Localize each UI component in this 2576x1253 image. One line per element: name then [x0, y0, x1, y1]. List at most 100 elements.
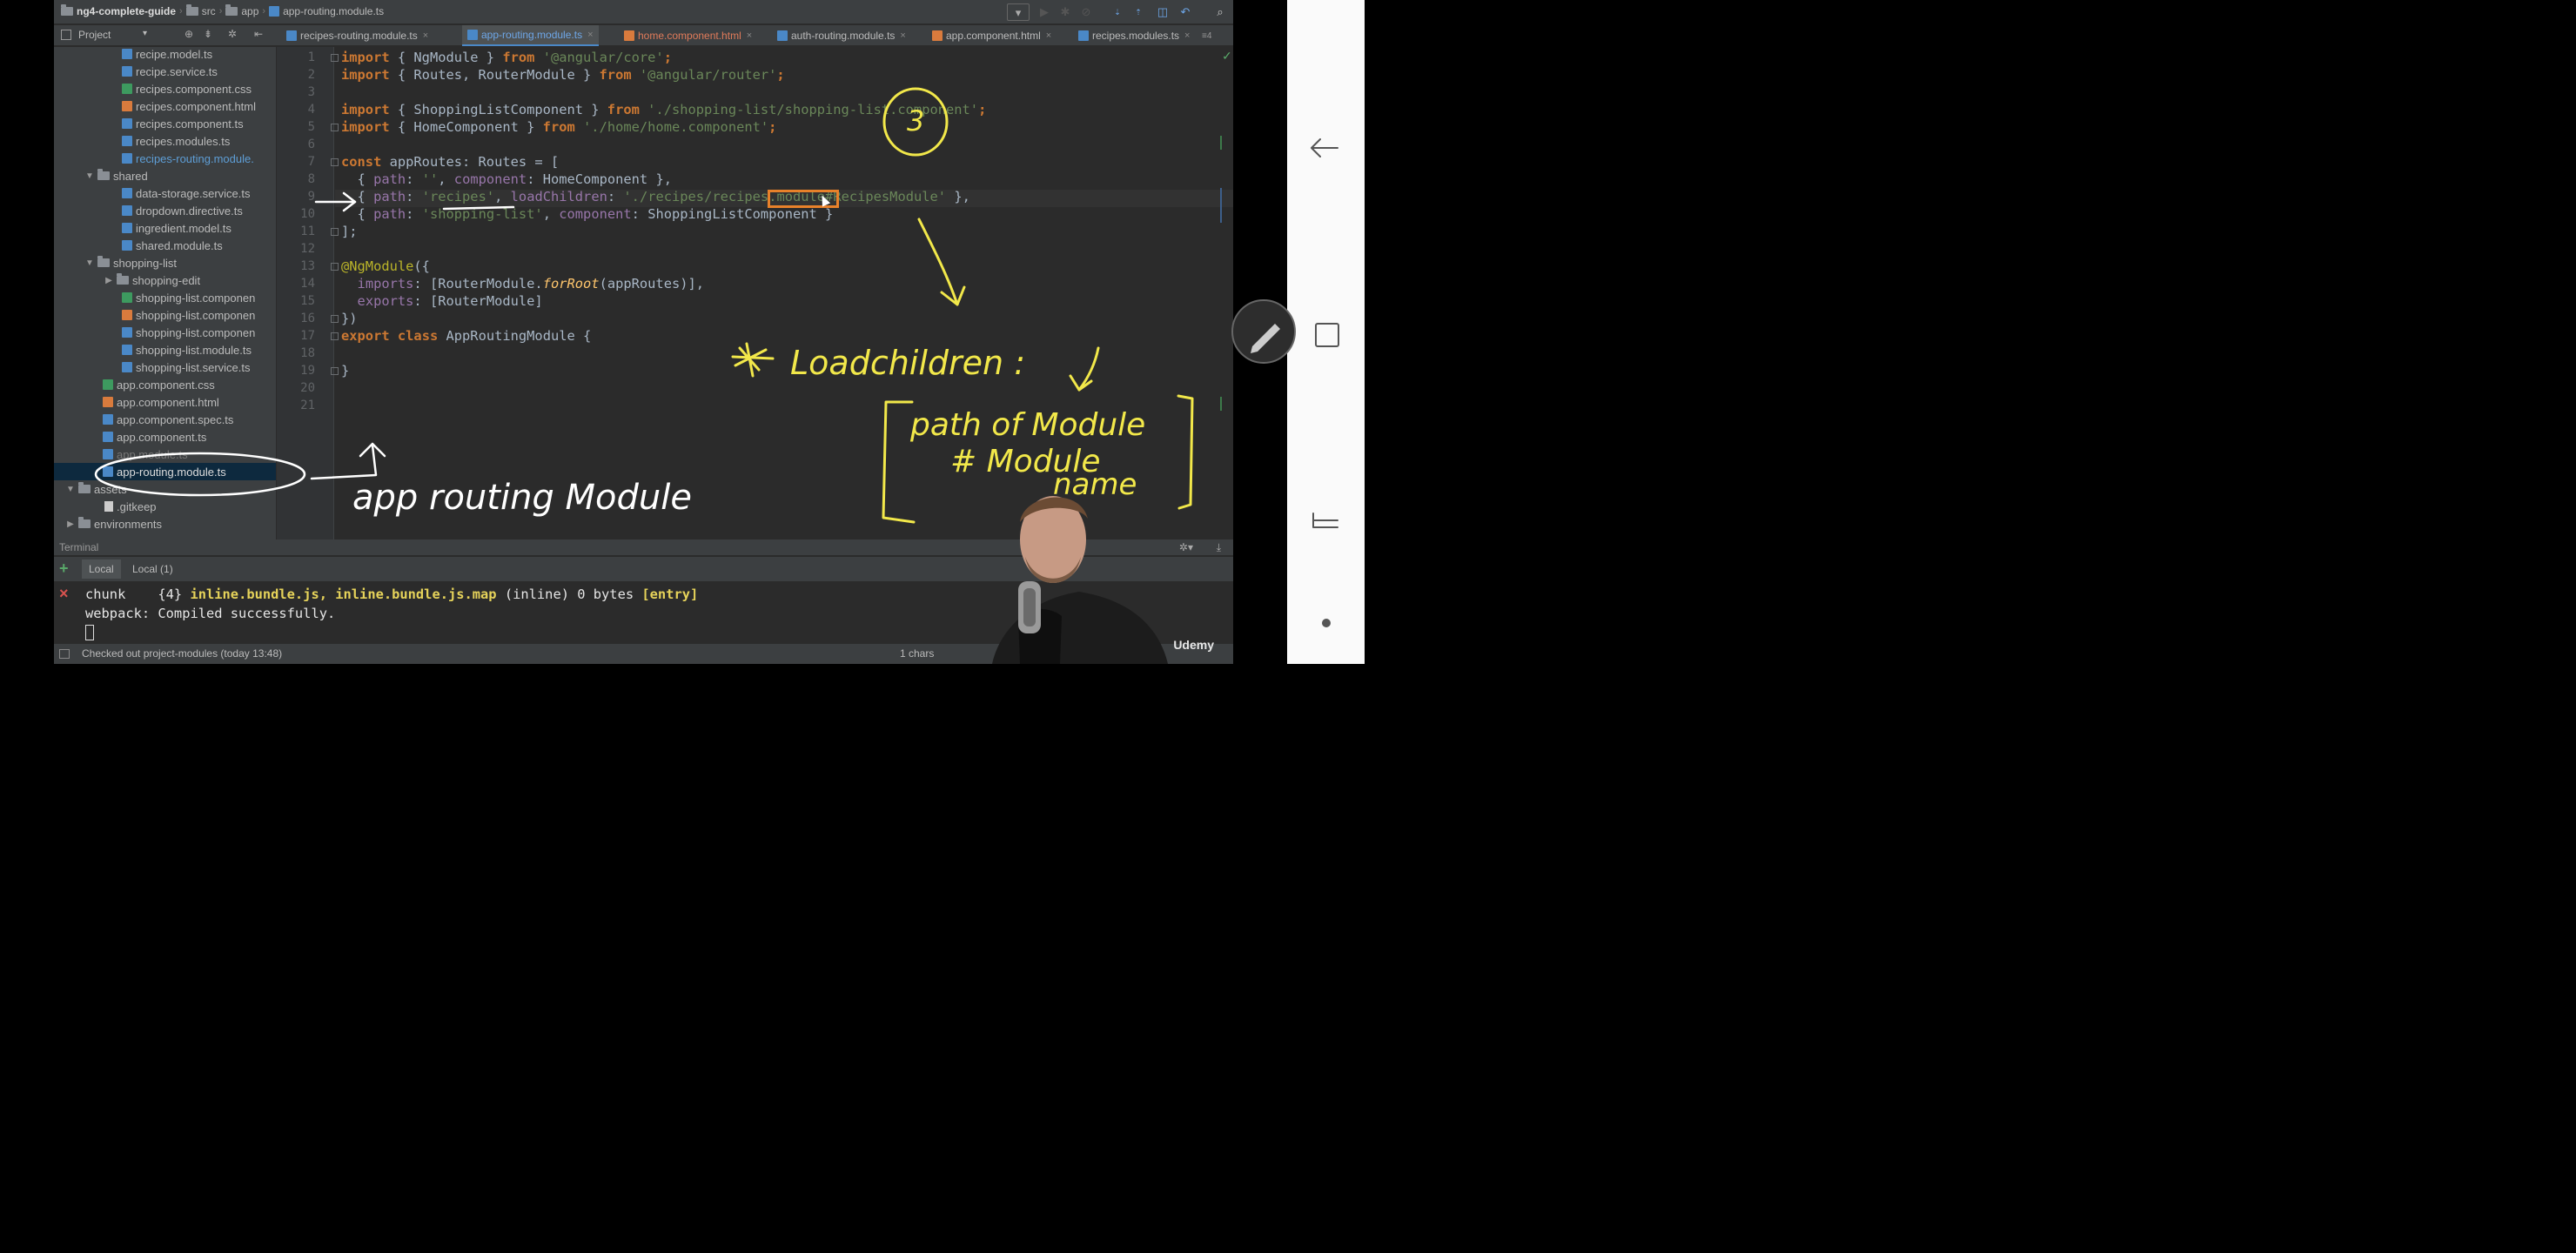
- line-number: 12: [300, 242, 315, 256]
- tree-file[interactable]: shopping-list.componen: [122, 324, 255, 341]
- close-icon[interactable]: ×: [423, 30, 428, 41]
- revert-icon[interactable]: ↶: [1177, 3, 1194, 21]
- chevron-right-icon[interactable]: ▶: [66, 519, 75, 529]
- tree-file[interactable]: recipes.modules.ts: [122, 132, 230, 150]
- close-icon[interactable]: ×: [59, 585, 69, 603]
- vcs-update-icon[interactable]: ⇣: [1109, 3, 1126, 21]
- code-editor[interactable]: 1 2 3 4 5 6 7 8 9 10 11 12 13 14 15 16 1…: [277, 47, 1233, 539]
- tree-label: shopping-list.service.ts: [136, 360, 251, 374]
- tree-file[interactable]: recipe.model.ts: [122, 47, 212, 63]
- tree-file-selected[interactable]: app-routing.module.ts: [54, 463, 276, 480]
- tree-label: recipes.component.css: [136, 82, 252, 96]
- gear-icon[interactable]: ✲: [228, 28, 237, 40]
- tree-folder[interactable]: ▼ assets: [66, 480, 127, 498]
- tab-auth-routing[interactable]: auth-routing.module.ts ×: [772, 25, 911, 46]
- breadcrumb-item-app[interactable]: app: [241, 5, 258, 17]
- plus-icon[interactable]: +: [59, 559, 69, 578]
- line-number: 8: [307, 172, 315, 186]
- fold-marker-icon[interactable]: [331, 228, 339, 236]
- terminal-tab-local[interactable]: Local: [82, 559, 121, 579]
- tree-file[interactable]: shopping-list.componen: [122, 289, 255, 306]
- tab-recipes-modules[interactable]: recipes.modules.ts ×: [1073, 25, 1195, 46]
- line-number: 14: [300, 277, 315, 291]
- panel-toggle-icon[interactable]: [59, 649, 70, 659]
- fold-marker-icon[interactable]: [331, 124, 339, 131]
- tree-file[interactable]: data-storage.service.ts: [122, 184, 251, 202]
- change-marker: [1220, 136, 1222, 150]
- chevron-down-icon[interactable]: ▼: [66, 485, 75, 494]
- folder-icon: [97, 256, 110, 267]
- project-view-label[interactable]: Project: [78, 29, 111, 41]
- tab-home-component-html[interactable]: home.component.html ×: [619, 25, 757, 46]
- fold-marker-icon[interactable]: [331, 158, 339, 166]
- tab-recipes-routing[interactable]: recipes-routing.module.ts ×: [281, 25, 433, 46]
- tab-app-routing[interactable]: app-routing.module.ts ×: [462, 25, 599, 46]
- line-number: 6: [307, 137, 315, 151]
- tree-folder[interactable]: ▶ environments: [66, 515, 162, 533]
- tree-file[interactable]: ingredient.model.ts: [122, 219, 231, 237]
- tree-file[interactable]: recipes-routing.module.: [122, 150, 254, 167]
- tree-folder[interactable]: ▼ shared: [85, 167, 148, 184]
- tree-folder[interactable]: ▶ shopping-edit: [104, 271, 200, 289]
- fold-marker-icon[interactable]: [331, 367, 339, 375]
- tree-file[interactable]: app.component.ts: [103, 428, 206, 446]
- tabs-overflow-button[interactable]: ≡4: [1200, 25, 1213, 46]
- chevron-right-icon[interactable]: ▶: [104, 276, 113, 285]
- run-config-dropdown-icon[interactable]: ▾: [1007, 3, 1030, 21]
- fold-marker-icon[interactable]: [331, 263, 339, 271]
- fold-marker-icon[interactable]: [331, 332, 339, 340]
- tree-file[interactable]: shopping-list.componen: [122, 306, 255, 324]
- breadcrumb-item-file[interactable]: app-routing.module.ts: [283, 5, 384, 17]
- collapse-all-icon[interactable]: ⇟: [204, 28, 212, 40]
- tree-file[interactable]: recipes.component.ts: [122, 115, 244, 132]
- breadcrumb-item-project[interactable]: ng4-complete-guide: [77, 5, 176, 17]
- project-view-icon: [61, 30, 71, 40]
- hide-panel-icon[interactable]: ⇤: [254, 28, 263, 40]
- tab-app-component-html[interactable]: app.component.html ×: [927, 25, 1057, 46]
- tree-file[interactable]: .gitkeep: [104, 498, 157, 515]
- fold-marker-icon[interactable]: [331, 54, 339, 62]
- vcs-history-icon[interactable]: ◫: [1154, 3, 1171, 21]
- tree-file[interactable]: app.component.css: [103, 376, 215, 393]
- close-icon[interactable]: ×: [747, 30, 752, 41]
- tree-file[interactable]: recipe.service.ts: [122, 63, 218, 80]
- tab-label: app.component.html: [946, 30, 1041, 42]
- line-number: 5: [307, 120, 315, 134]
- tree-file[interactable]: shopping-list.service.ts: [122, 358, 251, 376]
- chevron-down-icon[interactable]: ▼: [85, 171, 94, 181]
- line-number: 18: [300, 346, 315, 360]
- vcs-commit-icon[interactable]: ⇡: [1130, 3, 1147, 21]
- fold-marker-icon[interactable]: [331, 315, 339, 323]
- close-icon[interactable]: ×: [1184, 30, 1190, 41]
- stop-icon[interactable]: ⊘: [1077, 3, 1095, 21]
- ts-file-icon: [122, 153, 132, 164]
- debug-icon[interactable]: ✱: [1057, 3, 1074, 21]
- terminal-tab-local-1[interactable]: Local (1): [125, 559, 180, 579]
- close-icon[interactable]: ×: [1046, 30, 1051, 41]
- run-icon[interactable]: ▶: [1036, 3, 1053, 21]
- tree-file[interactable]: app.component.html: [103, 393, 219, 411]
- dot-icon: [1322, 619, 1331, 627]
- locate-icon[interactable]: ⊕: [184, 28, 193, 40]
- tab-label: home.component.html: [638, 30, 741, 42]
- breadcrumb-item-src[interactable]: src: [202, 5, 216, 17]
- tree-label: recipes.component.html: [136, 99, 257, 113]
- tree-folder[interactable]: ▼ shopping-list: [85, 254, 177, 271]
- chevron-down-icon[interactable]: ▼: [85, 258, 94, 268]
- tree-file[interactable]: recipes.component.css: [122, 80, 252, 97]
- tree-file[interactable]: app.module.ts: [103, 446, 188, 463]
- chevron-right-icon: ›: [262, 6, 266, 17]
- tree-file[interactable]: recipes.component.html: [122, 97, 256, 115]
- status-message: Checked out project-modules (today 13:48…: [82, 647, 283, 660]
- close-icon[interactable]: ×: [587, 30, 593, 40]
- close-icon[interactable]: ×: [900, 30, 905, 41]
- chevron-down-icon[interactable]: ▾: [143, 29, 147, 38]
- tree-file[interactable]: shopping-list.module.ts: [122, 341, 252, 358]
- search-icon[interactable]: ⌕: [1211, 3, 1229, 21]
- tree-file[interactable]: dropdown.directive.ts: [122, 202, 243, 219]
- tree-file[interactable]: app.component.spec.ts: [103, 411, 233, 428]
- split-screen-icon: [1312, 513, 1338, 528]
- tree-file[interactable]: shared.module.ts: [122, 237, 223, 254]
- tab-label: auth-routing.module.ts: [791, 30, 896, 42]
- pen-tool-button[interactable]: [1231, 299, 1296, 364]
